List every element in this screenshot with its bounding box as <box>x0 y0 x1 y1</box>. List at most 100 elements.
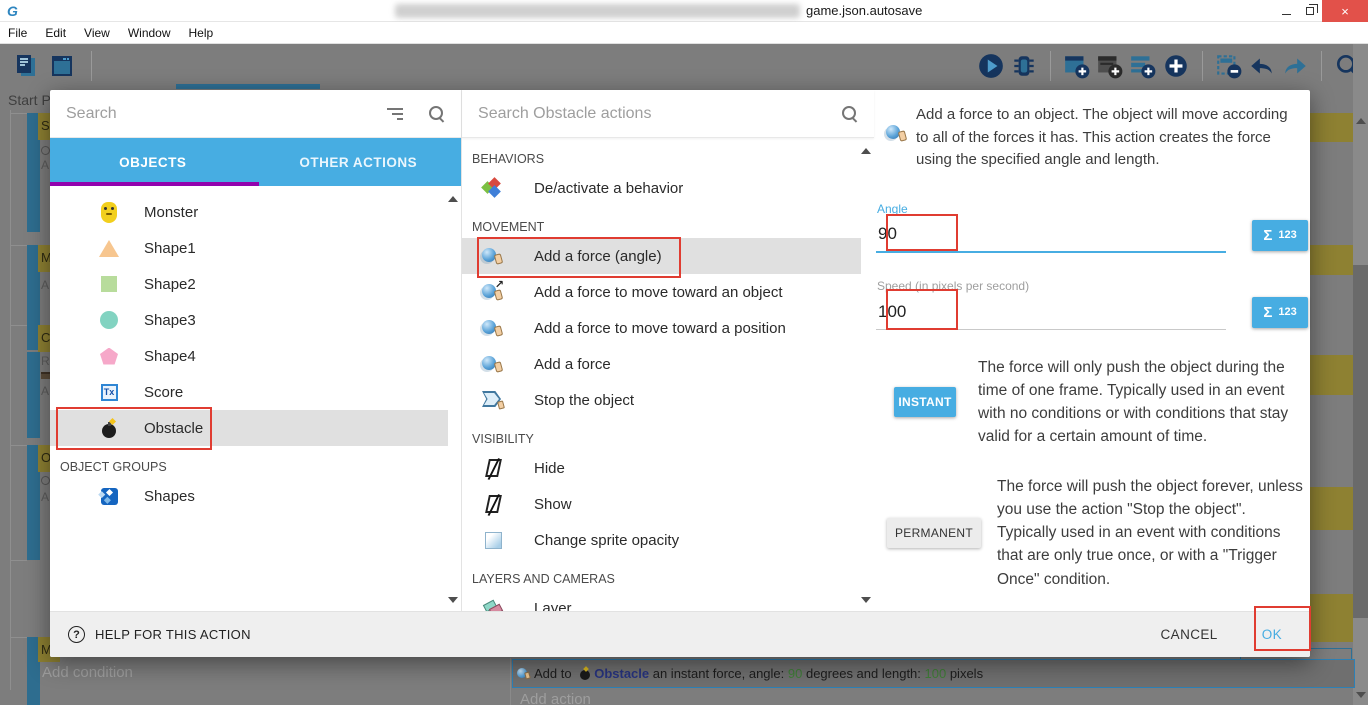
scroll-down-icon[interactable] <box>861 597 871 603</box>
section-layers-cameras: LAYERS AND CAMERAS <box>462 566 874 590</box>
sigma-icon: Σ <box>1263 227 1272 244</box>
scene-window-icon[interactable] <box>48 52 76 80</box>
object-tabs: OBJECTS OTHER ACTIONS <box>50 138 461 186</box>
scroll-up-icon[interactable] <box>448 196 458 202</box>
add-object-circle-plus-icon[interactable] <box>1162 52 1190 80</box>
scroll-down-icon[interactable] <box>448 597 458 603</box>
object-row-shape1[interactable]: Shape1 <box>50 230 448 266</box>
action-row-force-toward-position[interactable]: Add a force to move toward a position <box>462 310 861 346</box>
add-condition-link[interactable]: Add condition <box>42 664 133 681</box>
angle-expression-button[interactable]: Σ 123 <box>1252 220 1308 251</box>
event-header-right <box>1310 355 1353 395</box>
action-angle-value: 90 <box>788 666 802 681</box>
tab-objects[interactable]: OBJECTS <box>50 138 256 186</box>
scroll-up-icon[interactable] <box>861 148 871 154</box>
action-row-show[interactable]: Show <box>462 486 861 522</box>
object-row-shape4[interactable]: Shape4 <box>50 338 448 374</box>
action-row-add-force-angle[interactable]: Add a force (angle) <box>462 238 861 274</box>
object-row-monster[interactable]: Monster <box>50 194 448 230</box>
angle-input[interactable] <box>876 222 1226 253</box>
menu-window[interactable]: Window <box>119 26 180 40</box>
scroll-up-icon[interactable] <box>1356 118 1366 124</box>
action-row-deactivate-behavior[interactable]: De/activate a behavior <box>462 170 861 206</box>
action-label: Layer <box>534 600 572 612</box>
close-button[interactable]: × <box>1322 0 1368 22</box>
undo-icon[interactable] <box>1248 52 1276 80</box>
triangle-icon <box>98 237 120 259</box>
instant-mode-row: INSTANT The force will only push the obj… <box>874 356 1310 449</box>
object-row-score[interactable]: Tx Score <box>50 374 448 410</box>
object-label: Shape2 <box>144 276 196 293</box>
speed-expression-button[interactable]: Σ 123 <box>1252 297 1308 328</box>
blurred-title-path <box>395 4 800 18</box>
object-label: Shape4 <box>144 348 196 365</box>
remove-window-icon[interactable] <box>1215 52 1243 80</box>
minimize-button[interactable] <box>1274 0 1298 22</box>
event-fragment: A <box>41 278 49 292</box>
actions-panel: BEHAVIORS De/activate a behavior MOVEMEN… <box>461 90 874 611</box>
action-row-hide[interactable]: Hide <box>462 450 861 486</box>
instant-button[interactable]: INSTANT <box>894 387 956 417</box>
text-object-icon: Tx <box>98 381 120 403</box>
section-behaviors: BEHAVIORS <box>462 146 874 170</box>
toolbar-separator <box>91 51 92 81</box>
action-row-add-force[interactable]: Add a force <box>462 346 861 382</box>
tree-tick <box>10 245 27 246</box>
force-icon <box>482 245 504 267</box>
objects-panel: OBJECTS OTHER ACTIONS Monster Shape1 <box>50 90 461 611</box>
redo-icon[interactable] <box>1281 52 1309 80</box>
menu-edit[interactable]: Edit <box>36 26 75 40</box>
action-label: De/activate a behavior <box>534 180 683 197</box>
action-row-change-opacity[interactable]: Change sprite opacity <box>462 522 861 558</box>
filter-icon[interactable] <box>387 105 403 123</box>
monster-icon <box>98 201 120 223</box>
action-row-stop-object[interactable]: Stop the object <box>462 382 861 418</box>
scene-tab-label[interactable]: Start P <box>8 92 52 108</box>
object-row-shape2[interactable]: Shape2 <box>50 266 448 302</box>
section-movement: MOVEMENT <box>462 214 874 238</box>
force-icon <box>886 122 908 144</box>
tab-other-actions[interactable]: OTHER ACTIONS <box>256 138 462 186</box>
add-external-events-icon[interactable] <box>1096 52 1124 80</box>
actions-search-input[interactable] <box>478 105 842 123</box>
action-text: Add to <box>534 666 575 681</box>
action-row-layer[interactable]: Layer <box>462 590 861 611</box>
speed-input[interactable] <box>876 300 1226 330</box>
ok-button[interactable]: OK <box>1262 627 1282 642</box>
search-icon[interactable] <box>842 106 858 122</box>
tree-tick <box>10 325 27 326</box>
objects-search-input[interactable] <box>66 105 387 123</box>
search-icon[interactable] <box>429 106 445 122</box>
menu-view[interactable]: View <box>75 26 119 40</box>
cancel-button[interactable]: CANCEL <box>1161 627 1218 642</box>
scroll-down-icon[interactable] <box>1356 692 1366 698</box>
actions-list: BEHAVIORS De/activate a behavior MOVEMEN… <box>462 138 874 611</box>
action-text: pixels <box>946 666 983 681</box>
dialog-footer: ? HELP FOR THIS ACTION CANCEL OK <box>50 611 1310 657</box>
events-sheet-icon[interactable] <box>12 52 40 80</box>
add-scene-icon[interactable] <box>1063 52 1091 80</box>
play-icon[interactable] <box>977 52 1005 80</box>
event-bar <box>27 352 40 438</box>
selected-action-row[interactable]: Add to Obstacle an instant force, angle:… <box>512 659 1355 688</box>
group-row-shapes[interactable]: Shapes <box>50 478 448 514</box>
actions-search-row <box>462 90 874 138</box>
events-scrollbar-thumb[interactable] <box>1353 265 1368 618</box>
add-external-layout-icon[interactable] <box>1129 52 1157 80</box>
menu-help[interactable]: Help <box>180 26 223 40</box>
help-link[interactable]: HELP FOR THIS ACTION <box>95 627 251 642</box>
action-length-value: 100 <box>925 666 947 681</box>
action-row-force-toward-object[interactable]: ↗ Add a force to move toward an object <box>462 274 861 310</box>
parameters-panel: Add a force to an object. The object wil… <box>874 90 1310 611</box>
debug-icon[interactable] <box>1010 52 1038 80</box>
active-tab-indicator <box>176 84 320 89</box>
add-action-link[interactable]: Add action <box>520 691 591 705</box>
object-row-shape3[interactable]: Shape3 <box>50 302 448 338</box>
restore-button[interactable] <box>1298 0 1322 22</box>
permanent-button[interactable]: PERMANENT <box>887 518 981 548</box>
object-row-obstacle[interactable]: Obstacle <box>50 410 448 446</box>
action-text: an instant force, angle: <box>649 666 788 681</box>
timer-icon <box>41 476 50 485</box>
menu-file[interactable]: File <box>0 26 36 40</box>
close-icon: × <box>1341 4 1349 19</box>
